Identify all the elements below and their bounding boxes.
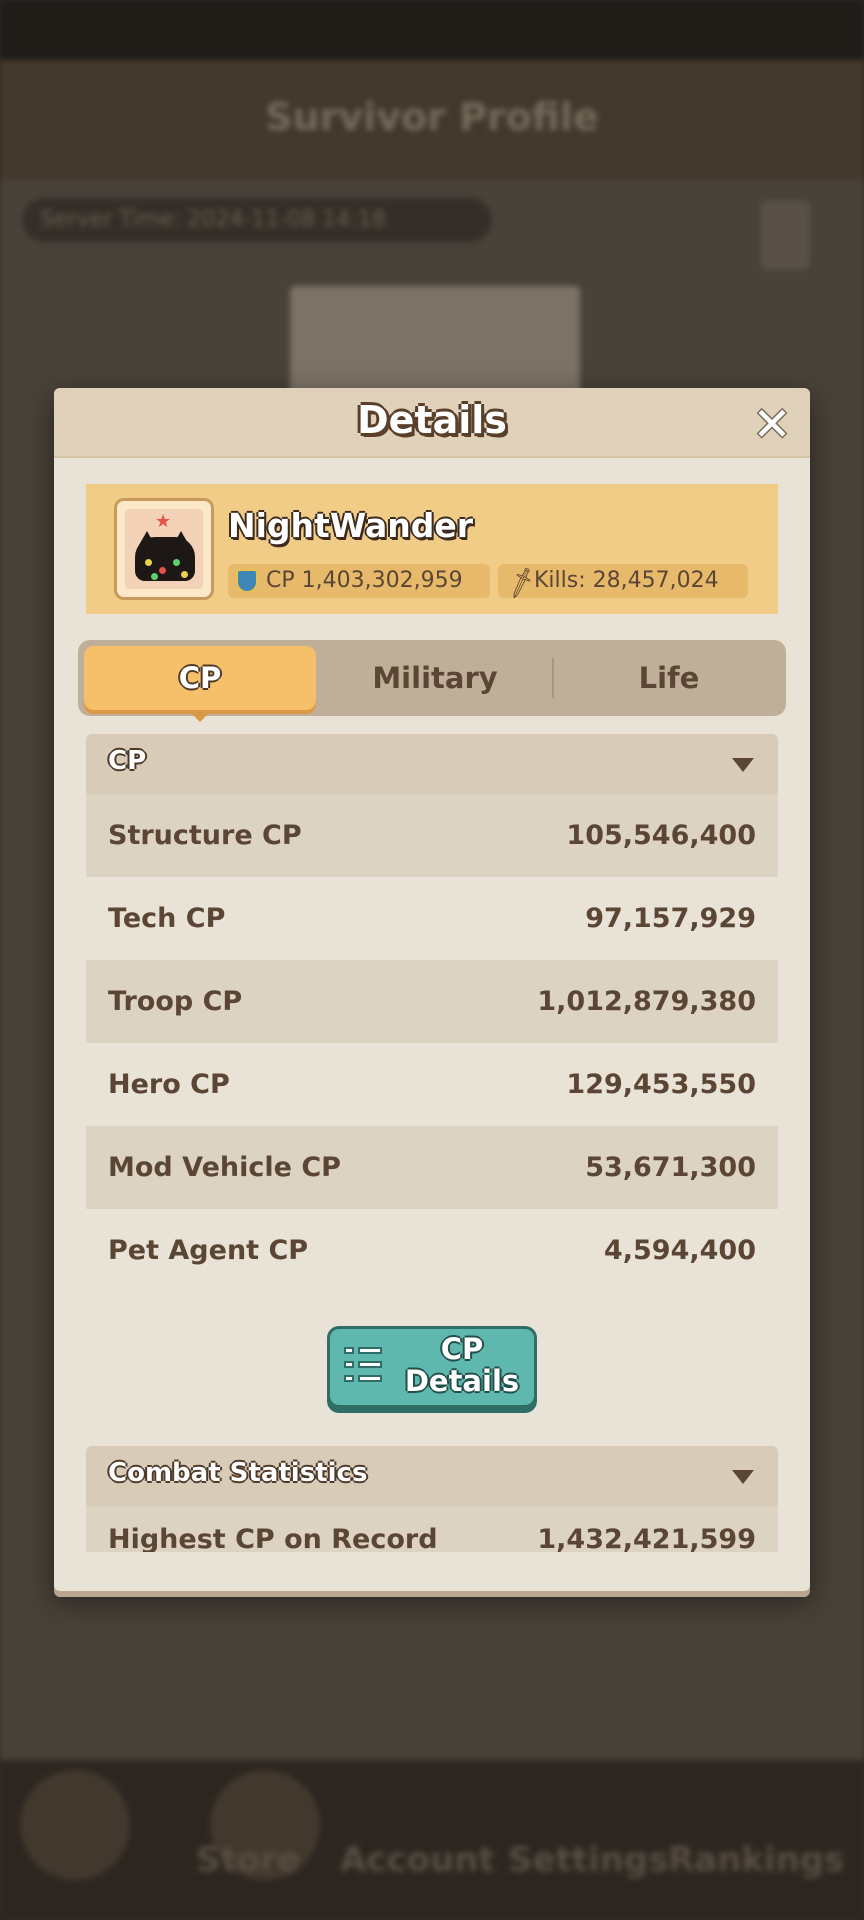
details-dialog: Details ✕ ★ NightWander CP 1,403,302,959… (54, 388, 810, 1591)
player-name: NightWander (228, 506, 474, 545)
nav-account: Account (340, 1840, 495, 1880)
row-label: Structure CP (108, 820, 302, 851)
list-icon (344, 1347, 384, 1387)
row-value: 53,671,300 (585, 1152, 756, 1183)
row-label: Hero CP (108, 1069, 230, 1100)
tab-cp[interactable]: CP (84, 646, 316, 722)
background-title: Survivor Profile (265, 95, 599, 139)
nav-rankings: Rankings (668, 1840, 845, 1880)
cp-section-title: CP (108, 746, 147, 776)
profile-banner: ★ NightWander CP 1,403,302,959 🗡 Kills: … (86, 484, 778, 614)
combat-section-title: Combat Statistics (108, 1458, 368, 1488)
row-value: 97,157,929 (585, 903, 756, 934)
nav-avatar (20, 1770, 130, 1880)
cp-row-tech: Tech CP 97,157,929 (86, 877, 778, 960)
row-value: 105,546,400 (566, 820, 756, 851)
row-label: Tech CP (108, 903, 226, 934)
row-value: 1,432,421,599 (537, 1524, 756, 1552)
cp-row-structure: Structure CP 105,546,400 (86, 794, 778, 877)
cp-badge: CP 1,403,302,959 (228, 564, 490, 598)
trash-icon (760, 200, 810, 270)
avatar[interactable]: ★ (114, 498, 214, 600)
cp-row-pet-agent: Pet Agent CP 4,594,400 (86, 1209, 778, 1292)
star-icon: ★ (155, 511, 172, 532)
caret-down-icon (732, 758, 754, 772)
nav-store: Store (196, 1840, 300, 1880)
kills-badge: 🗡 Kills: 28,457,024 (498, 564, 748, 601)
combat-section-header[interactable]: Combat Statistics (86, 1446, 778, 1506)
avatar-image: ★ (125, 509, 203, 589)
combat-row-highest-cp: Highest CP on Record 1,432,421,599 (86, 1506, 778, 1552)
tab-bar: CP Military Life (78, 640, 786, 722)
kills-value: 28,457,024 (592, 568, 719, 593)
cp-details-button[interactable]: CP Details (327, 1326, 537, 1408)
cp-section-header[interactable]: CP (86, 734, 778, 794)
dialog-title: Details (357, 398, 507, 442)
cp-row-troop: Troop CP 1,012,879,380 (86, 960, 778, 1043)
background-time: Server Time: 2024-11-08 14:18 (22, 198, 492, 242)
status-bar (0, 0, 864, 60)
cp-details-label: CP Details (404, 1332, 520, 1398)
close-icon[interactable]: ✕ (748, 400, 796, 448)
combat-section: Combat Statistics Highest CP on Record 1… (86, 1446, 778, 1586)
row-label: Highest CP on Record (108, 1524, 438, 1552)
tab-military[interactable]: Military (318, 640, 552, 716)
dialog-header: Details ✕ (54, 388, 810, 458)
row-value: 1,012,879,380 (537, 986, 756, 1017)
cp-row-mod-vehicle: Mod Vehicle CP 53,671,300 (86, 1126, 778, 1209)
cp-row-hero: Hero CP 129,453,550 (86, 1043, 778, 1126)
nav-settings: Settings (508, 1840, 669, 1880)
cp-value: CP 1,403,302,959 (266, 568, 463, 593)
row-label: Pet Agent CP (108, 1235, 309, 1266)
tab-life[interactable]: Life (552, 640, 786, 716)
row-value: 4,594,400 (603, 1235, 756, 1266)
row-value: 129,453,550 (566, 1069, 756, 1100)
shield-icon (236, 569, 258, 593)
kills-label: Kills: (534, 568, 586, 593)
row-label: Troop CP (108, 986, 243, 1017)
caret-down-icon (732, 1470, 754, 1484)
row-label: Mod Vehicle CP (108, 1152, 341, 1183)
